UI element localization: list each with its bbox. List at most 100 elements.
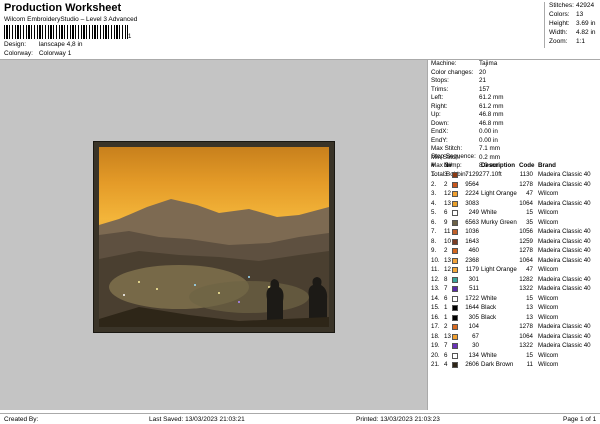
- row-thread-number: 511: [469, 285, 479, 292]
- row-code: 1278: [519, 247, 533, 254]
- table-row: 18. 13 67 1064 Madeira Classic 40: [428, 333, 600, 342]
- row-thread-number: 1644: [465, 304, 479, 311]
- row-index: 16.: [431, 313, 440, 321]
- row-code: 47: [526, 190, 533, 197]
- stop-sequence-title: Stop Sequence:: [431, 153, 476, 160]
- row-code: 15: [526, 351, 533, 359]
- row-index: 17.: [431, 323, 440, 330]
- info-max-stitch: Max Stitch: 7.1 mm: [431, 145, 500, 152]
- row-brand: Madeira Classic 40: [538, 180, 591, 188]
- info-machine: Machine: Tajima: [431, 60, 498, 67]
- table-row: 21. 4 2606 Dark Brown 11 Wilcom: [428, 361, 600, 370]
- page-title: Production Worksheet: [4, 2, 122, 14]
- thread-color-swatch: [452, 324, 458, 330]
- row-index: 4.: [431, 199, 437, 207]
- row-code: 1278: [519, 180, 533, 188]
- thread-color-swatch: [452, 191, 458, 197]
- row-index: 13.: [431, 285, 440, 292]
- row-stop-number: 1: [444, 304, 448, 311]
- row-brand: Madeira Classic 40: [538, 285, 591, 292]
- row-description: White: [481, 351, 497, 359]
- thread-color-swatch: [452, 238, 458, 245]
- design-canvas[interactable]: [0, 60, 428, 410]
- row-stop-number: 6: [444, 351, 448, 359]
- row-brand: Wilcom: [538, 304, 559, 311]
- thread-color-swatch: [452, 286, 458, 292]
- row-stop-number: 7: [444, 342, 448, 349]
- row-thread-number: 2606: [465, 361, 479, 368]
- row-stop-number: 13: [444, 332, 451, 340]
- row-stop-number: 6: [444, 294, 448, 302]
- row-code: 35: [526, 218, 533, 226]
- thread-color-swatch: [452, 295, 458, 302]
- row-description: White: [481, 209, 497, 216]
- row-brand: Madeira Classic 40: [538, 275, 591, 283]
- row-index: 19.: [431, 342, 440, 349]
- row-brand: Wilcom: [538, 209, 559, 216]
- row-index: 20.: [431, 351, 440, 359]
- row-brand: Madeira Classic 40: [538, 323, 591, 330]
- table-row: 16. 1 305 Black 13 Wilcom: [428, 314, 600, 323]
- summary-panel: Stitches: 42924 Colors: 13 Height: 3.69 in …: [544, 2, 600, 48]
- design-label: Design:: [4, 41, 27, 48]
- row-code: 11: [526, 361, 533, 368]
- row-thread-number: 1643: [465, 237, 479, 245]
- summary-colors: Colors: 13: [549, 11, 584, 18]
- row-index: 1.: [431, 171, 437, 178]
- row-code: 1278: [519, 323, 533, 330]
- row-stop-number: 12: [444, 266, 451, 273]
- summary-width: Width: 4.82 in: [549, 29, 596, 36]
- table-row: 14. 6 1722 White 15 Wilcom: [428, 295, 600, 304]
- table-row: 11. 12 1179 Light Orange 47 Wilcom: [428, 266, 600, 275]
- barcode-tail: 1: [128, 34, 132, 40]
- row-index: 5.: [431, 209, 437, 216]
- row-code: 1322: [519, 285, 533, 292]
- table-row: 5. 6 249 White 15 Wilcom: [428, 209, 600, 218]
- row-stop-number: 2: [444, 323, 448, 330]
- last-saved: Last Saved: 13/03/2023 21:03:21: [149, 416, 245, 423]
- row-index: 9.: [431, 247, 437, 254]
- info-up: Up: 46.8 mm: [431, 111, 504, 118]
- info-left: Left: 61.2 mm: [431, 94, 504, 101]
- row-thread-number: 6563: [465, 218, 479, 226]
- thread-color-swatch: [452, 181, 458, 188]
- thread-color-swatch: [452, 200, 458, 207]
- row-thread-number: 3083: [465, 199, 479, 207]
- table-row: 7. 11 1036 1056 Madeira Classic 40: [428, 228, 600, 237]
- design-frame: [93, 141, 335, 333]
- row-thread-number: 7129: [465, 171, 479, 178]
- row-code: 1282: [519, 275, 533, 283]
- row-stop-number: 13: [444, 256, 451, 264]
- row-code: 1056: [519, 228, 533, 235]
- row-code: 47: [526, 266, 533, 273]
- thread-color-swatch: [452, 352, 458, 359]
- row-brand: Wilcom: [538, 190, 559, 197]
- footer: Created By: Last Saved: 13/03/2023 21:03…: [0, 413, 600, 424]
- row-stop-number: 10: [444, 237, 451, 245]
- table-row: 10. 13 2368 1064 Madeira Classic 40: [428, 257, 600, 266]
- thread-color-swatch: [452, 314, 458, 321]
- row-brand: Madeira Classic 40: [538, 228, 591, 235]
- row-index: 21.: [431, 361, 440, 368]
- printed-date: Printed: 13/03/2023 21:03:23: [356, 416, 440, 423]
- design-row: Design: lanscape 4,8 in: [4, 41, 83, 48]
- row-stop-number: 7: [444, 285, 448, 292]
- row-thread-number: 2224: [465, 190, 479, 197]
- row-index: 8.: [431, 237, 437, 245]
- info-color-changes: Color changes: 20: [431, 68, 487, 76]
- barcode-image: [4, 25, 128, 39]
- table-row: 6. 9 6563 Murky Green 35 Wilcom: [428, 219, 600, 228]
- row-thread-number: 460: [468, 247, 479, 254]
- row-code: 1322: [519, 342, 533, 349]
- design-value: lanscape 4,8 in: [38, 41, 83, 48]
- row-brand: Madeira Classic 40: [538, 171, 591, 178]
- row-thread-number: 301: [468, 275, 479, 283]
- thread-color-swatch: [452, 229, 458, 235]
- table-row: 15. 1 1644 Black 13 Wilcom: [428, 304, 600, 313]
- row-code: 1064: [519, 199, 533, 207]
- row-stop-number: 2: [444, 180, 448, 188]
- row-stop-number: 9: [444, 218, 448, 226]
- row-description: Black: [481, 304, 497, 311]
- thread-color-swatch: [452, 362, 458, 368]
- row-index: 10.: [431, 256, 440, 264]
